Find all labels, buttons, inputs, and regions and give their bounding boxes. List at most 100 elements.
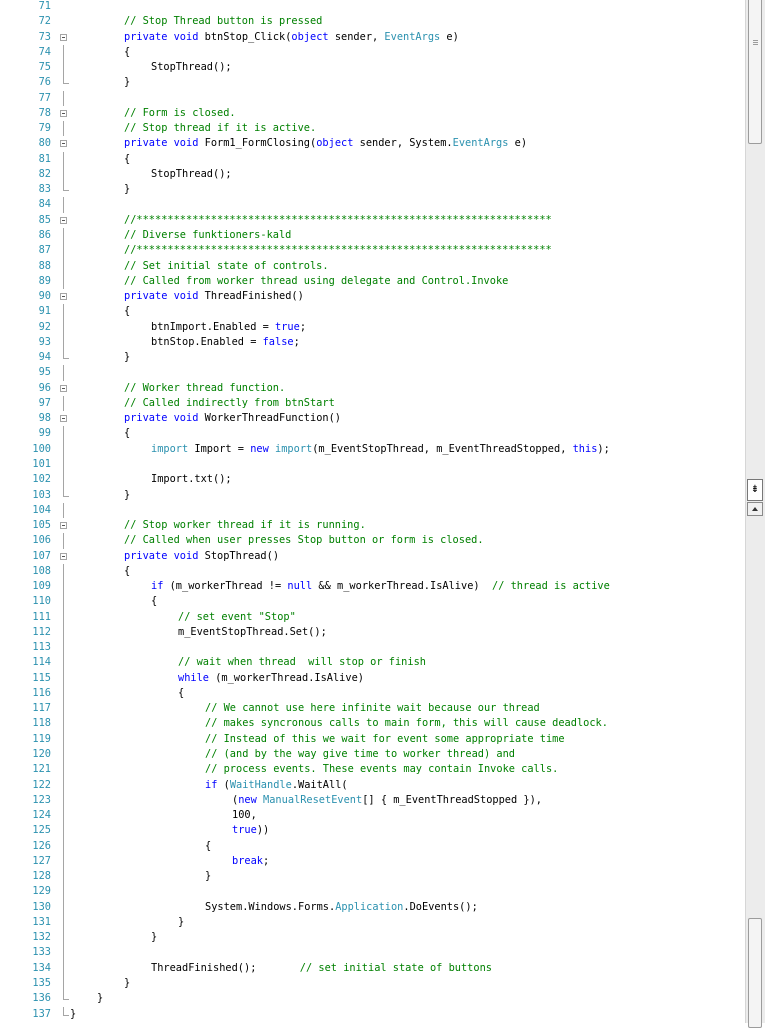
fold-guide-line — [63, 899, 64, 915]
code-token: } — [124, 351, 131, 364]
code-token: .DoEvents(); — [403, 900, 478, 913]
code-token: { — [124, 45, 131, 58]
line-number: 114 — [32, 656, 51, 669]
code-token: StopThread() — [198, 549, 280, 562]
fold-guide-line — [63, 426, 64, 442]
scrollbar-thumb-top[interactable] — [748, 0, 762, 144]
code-token: EventArgs — [452, 137, 509, 150]
fold-guide-line — [63, 777, 64, 793]
line-number: 121 — [32, 763, 51, 776]
collapse-minus-icon[interactable] — [60, 216, 67, 224]
line-number: 123 — [32, 793, 51, 806]
collapse-minus-icon[interactable] — [60, 552, 67, 560]
code-text: } — [70, 1007, 76, 1022]
code-text: btnStop.Enabled = false; — [70, 335, 300, 350]
scroll-up-arrow-icon[interactable] — [747, 502, 763, 516]
code-token: void — [173, 290, 199, 303]
fold-guide-line — [63, 823, 64, 839]
collapse-minus-icon[interactable] — [60, 293, 67, 301]
code-text: { — [70, 152, 130, 167]
code-token: ManualResetEvent — [263, 793, 363, 806]
line-number: 97 — [38, 396, 51, 409]
line-number: 94 — [38, 351, 51, 364]
code-text: // wait when thread will stop or finish — [70, 655, 426, 670]
collapse-minus-icon[interactable] — [60, 384, 67, 392]
code-token: } — [205, 870, 212, 883]
code-text: } — [70, 75, 130, 90]
code-token: { — [151, 595, 158, 608]
code-token: btnStop_Click( — [198, 30, 292, 43]
code-text: //**************************************… — [70, 243, 552, 258]
fold-guide-line — [63, 884, 64, 900]
code-text: true)) — [70, 823, 269, 838]
code-editor[interactable]: 71 72 // Stop Thread button is pressed 73 pr… — [0, 0, 745, 1023]
code-token: //**************************************… — [124, 213, 552, 226]
scrollbar-thumb-bottom[interactable] — [748, 918, 762, 1028]
fold-guide-line — [63, 976, 64, 992]
fold-guide-line — [63, 731, 64, 748]
code-token: // set event "Stop" — [178, 610, 296, 623]
code-token: import — [151, 442, 189, 455]
line-number: 96 — [38, 381, 51, 394]
code-text: // Worker thread function. — [70, 381, 285, 396]
collapse-minus-icon[interactable] — [60, 522, 67, 530]
fold-guide-line — [63, 609, 64, 625]
code-token: EventArgs — [384, 30, 441, 43]
code-text: if (m_workerThread != null && m_workerTh… — [70, 579, 610, 594]
code-token: // Stop worker thread if it is running. — [124, 519, 366, 532]
code-text: (new ManualResetEvent[] { m_EventThreadS… — [70, 793, 542, 808]
collapse-minus-icon[interactable] — [60, 140, 67, 148]
code-token: void — [173, 412, 199, 425]
split-window-button[interactable]: ⇟ — [747, 479, 763, 501]
code-token: e) — [440, 30, 459, 43]
code-token: } — [70, 1007, 77, 1020]
code-text: // makes syncronous calls to main form, … — [70, 716, 608, 731]
code-token: // Called when user presses Stop button … — [124, 534, 484, 547]
line-number: 109 — [32, 580, 51, 593]
fold-guide-line — [63, 502, 64, 519]
line-number: 82 — [38, 167, 51, 180]
code-token: btnImport.Enabled = — [151, 320, 275, 333]
code-token: .WaitAll( — [291, 778, 348, 791]
vertical-scrollbar[interactable]: ⇟ — [745, 0, 765, 1028]
code-token: // thread is active — [492, 580, 610, 593]
line-number: 104 — [32, 503, 51, 516]
code-text: ThreadFinished(); // set initial state o… — [70, 961, 492, 976]
line-number: 113 — [32, 641, 51, 654]
fold-guide-line — [63, 273, 64, 290]
code-text: // Called indirectly from btnStart — [70, 396, 335, 411]
line-number: 107 — [32, 549, 51, 562]
fold-guide-line — [63, 655, 64, 671]
line-number: 135 — [32, 977, 51, 989]
code-token: ; — [299, 320, 307, 333]
code-text: private void Form1_FormClosing(object se… — [70, 136, 527, 151]
fold-guide-line — [63, 701, 64, 717]
code-token: ); — [597, 442, 610, 455]
code-token: } — [124, 183, 131, 196]
code-token: Import.txt(); — [151, 473, 232, 486]
fold-end-marker — [63, 1006, 69, 1016]
line-number: 133 — [32, 946, 51, 959]
code-token: StopThread(); — [151, 167, 232, 180]
fold-guide-line — [63, 441, 64, 457]
code-token: // Diverse funktioners-kald — [124, 228, 292, 241]
fold-guide-line — [63, 395, 64, 412]
collapse-minus-icon[interactable] — [60, 33, 67, 41]
collapse-minus-icon[interactable] — [60, 109, 67, 117]
code-token: } — [97, 992, 104, 1005]
collapse-minus-icon[interactable] — [60, 415, 67, 423]
fold-guide-line — [63, 121, 64, 137]
fold-guide-line — [63, 838, 64, 854]
line-number: 128 — [32, 870, 51, 883]
code-text: private void ThreadFinished() — [70, 289, 304, 304]
code-token: (m_EventStopThread, m_EventThreadStopped… — [312, 442, 573, 455]
code-token: //**************************************… — [124, 244, 552, 257]
fold-guide-line — [63, 945, 64, 961]
code-token: sender, System. — [353, 137, 453, 150]
line-number: 85 — [38, 213, 51, 226]
line-number: 105 — [32, 519, 51, 532]
code-token: { — [124, 152, 131, 165]
code-text: // Set initial state of controls. — [70, 259, 329, 274]
code-token: e) — [508, 137, 528, 150]
line-number: 106 — [32, 534, 51, 547]
